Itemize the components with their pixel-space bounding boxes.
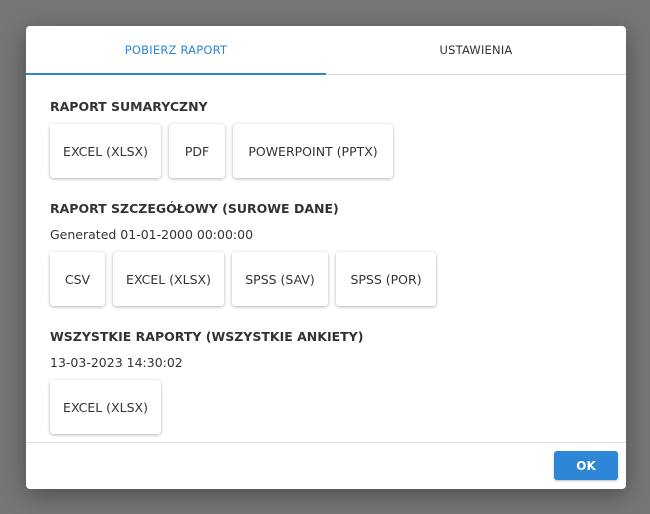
detailed-spss-por-button[interactable]: SPSS (POR) [336, 252, 436, 306]
summary-report-buttons: EXCEL (XLSX) PDF POWERPOINT (PPTX) [50, 124, 602, 178]
tab-settings[interactable]: USTAWIENIA [326, 26, 626, 74]
ok-button[interactable]: OK [554, 451, 618, 480]
detailed-generated-timestamp: Generated 01-01-2000 00:00:00 [50, 227, 254, 242]
all-reports-buttons: EXCEL (XLSX) [50, 380, 602, 434]
summary-pdf-button[interactable]: PDF [169, 124, 225, 178]
summary-excel-button[interactable]: EXCEL (XLSX) [50, 124, 161, 178]
summary-powerpoint-button[interactable]: POWERPOINT (PPTX) [233, 124, 393, 178]
detailed-csv-button[interactable]: CSV [50, 252, 105, 306]
all-reports-excel-button[interactable]: EXCEL (XLSX) [50, 380, 161, 434]
all-reports-timestamp: 13-03-2023 14:30:02 [50, 355, 183, 370]
detailed-report-title: RAPORT SZCZEGÓŁOWY (SUROWE DANE) [50, 201, 339, 216]
summary-report-title: RAPORT SUMARYCZNY [50, 99, 208, 114]
dialog-footer: OK [26, 442, 626, 489]
download-report-dialog: POBIERZ RAPORT USTAWIENIA RAPORT SUMARYC… [26, 26, 626, 489]
detailed-report-buttons: CSV EXCEL (XLSX) SPSS (SAV) SPSS (POR) [50, 252, 602, 306]
dialog-content: RAPORT SUMARYCZNY EXCEL (XLSX) PDF POWER… [50, 75, 602, 434]
detailed-spss-sav-button[interactable]: SPSS (SAV) [232, 252, 328, 306]
tab-bar: POBIERZ RAPORT USTAWIENIA [26, 26, 626, 75]
all-reports-title: WSZYSTKIE RAPORTY (WSZYSTKIE ANKIETY) [50, 329, 364, 344]
tab-download-report[interactable]: POBIERZ RAPORT [26, 26, 326, 75]
detailed-excel-button[interactable]: EXCEL (XLSX) [113, 252, 224, 306]
